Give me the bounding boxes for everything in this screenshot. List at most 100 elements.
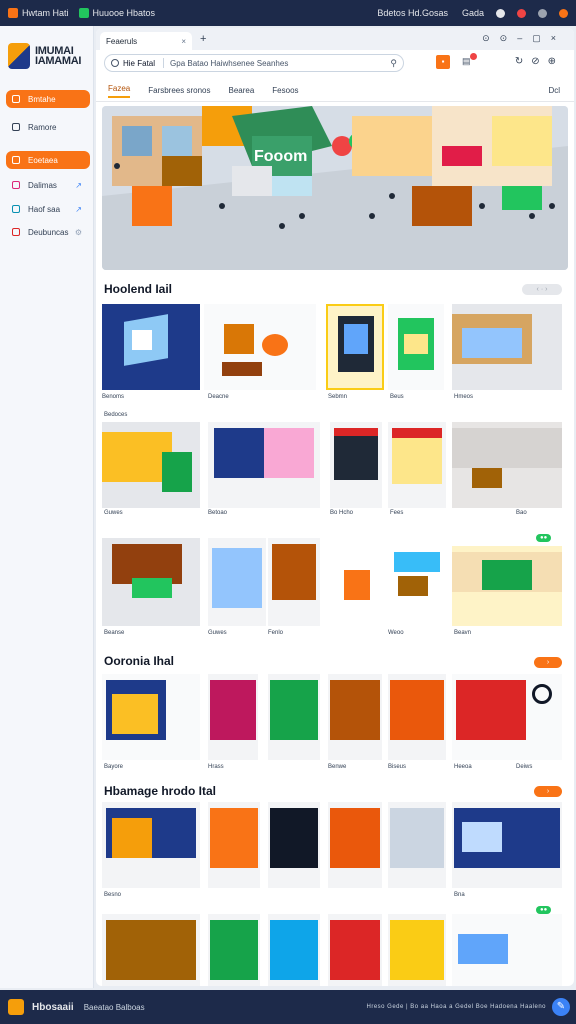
store-tile[interactable] <box>452 802 562 888</box>
store-tile[interactable] <box>268 914 320 986</box>
sidebar-item-label: Eoetaea <box>28 155 58 165</box>
store-tile[interactable] <box>102 674 200 760</box>
tile-caption: Beavn <box>454 630 472 636</box>
notification-icon[interactable] <box>517 8 526 18</box>
tile-caption: Biseus <box>388 764 407 770</box>
app-icon <box>8 8 18 18</box>
store-tile[interactable] <box>452 546 562 626</box>
tile-caption: Sebmn <box>328 394 348 400</box>
extension-icon[interactable]: ▪ <box>436 55 450 69</box>
power-icon[interactable] <box>559 8 568 18</box>
store-tile[interactable] <box>330 560 382 620</box>
store-tile[interactable] <box>388 546 446 626</box>
os-status-text[interactable]: Bdetos Hd.Gosas <box>377 8 448 18</box>
store-tile[interactable] <box>388 914 446 986</box>
new-badge: ●● <box>536 906 552 914</box>
store-tile[interactable] <box>204 304 316 390</box>
store-tile[interactable] <box>268 674 320 760</box>
sidebar-item-label: Haof saa <box>28 204 61 214</box>
settings-small-icon[interactable]: ⚙ <box>75 228 82 237</box>
footer-logo-icon <box>8 999 24 1015</box>
store-tile[interactable] <box>452 304 562 390</box>
pin-icon[interactable]: ↗ <box>75 205 82 214</box>
subnav-item-0[interactable]: Fazea <box>108 84 131 98</box>
user-icon[interactable] <box>538 8 547 18</box>
store-tile[interactable] <box>208 802 260 888</box>
section-2-more-button[interactable]: › <box>534 657 562 668</box>
store-tile[interactable] <box>388 674 446 760</box>
subnav-item-1[interactable]: Farsbrees sronos <box>148 86 210 95</box>
sidebar-item-browse[interactable]: Ramore <box>6 118 90 136</box>
new-tab-button[interactable]: + <box>200 33 206 45</box>
window-controls[interactable]: ⊙⊙–▢× <box>482 33 566 44</box>
sidebar-item-documents[interactable]: Deubuncas ⚙ <box>6 223 90 241</box>
subnav-item-3[interactable]: Fesoos <box>272 86 298 95</box>
store-tile[interactable] <box>102 802 200 888</box>
sidebar-item-details[interactable]: Dalimas ↗ <box>6 176 90 194</box>
sidebar-item-offsale[interactable]: Haof saa ↗ <box>6 200 90 218</box>
sidebar-item-label: Deubuncas <box>28 227 69 237</box>
store-tile[interactable] <box>452 422 562 508</box>
sidebar-item-label: Bmtahe <box>28 94 56 104</box>
tile-caption: Deiws <box>516 764 533 770</box>
store-tile[interactable] <box>452 914 562 986</box>
sidebar-item-home[interactable]: Bmtahe <box>6 90 90 108</box>
footer-links[interactable]: Hreso Gede | Bo aa Haoa a Gedel Boe Hado… <box>367 1004 547 1010</box>
store-tile[interactable] <box>208 538 266 626</box>
logo-mark-icon <box>8 43 30 69</box>
hero-banner-image[interactable]: Fooom <box>102 106 568 270</box>
new-badge: ●● <box>536 534 552 542</box>
tile-caption: Bayore <box>104 764 124 770</box>
close-tab-icon[interactable]: × <box>181 37 186 46</box>
cart-icon[interactable]: ▤ <box>462 53 477 67</box>
tile-caption: Bo Hcho <box>330 510 354 516</box>
settings-icon[interactable] <box>496 8 505 18</box>
tile-caption: Guwes <box>104 510 123 516</box>
store-tile[interactable] <box>388 802 446 888</box>
store-tile[interactable] <box>102 914 200 986</box>
search-input[interactable]: Gpa Batao Haiwhsenee Seanhes <box>170 59 390 68</box>
tile-caption: Hmeos <box>454 394 474 400</box>
store-tile[interactable] <box>268 538 320 626</box>
section-3-more-button[interactable]: › <box>534 786 562 797</box>
address-bar[interactable]: Hie Fatal Gpa Batao Haiwhsenee Seanhes ⚲ <box>104 54 404 72</box>
footer-brand[interactable]: Hbosaaii <box>32 1002 74 1013</box>
store-tile[interactable] <box>208 674 258 760</box>
store-tile[interactable] <box>388 422 446 508</box>
tile-caption: Weoo <box>388 630 404 636</box>
os-status-text-2[interactable]: Gada <box>462 8 484 18</box>
tile-caption: Guwes <box>208 630 227 636</box>
sidebar-item-events[interactable]: Eoetaea <box>6 151 90 169</box>
store-tile[interactable] <box>452 674 562 760</box>
toolbar-actions[interactable]: ↻⊘⊕ <box>515 56 564 67</box>
store-tile[interactable] <box>102 304 200 390</box>
store-tile[interactable] <box>208 914 260 986</box>
logo[interactable]: IMUMAI IAMAMAI <box>8 40 88 72</box>
pin-icon[interactable]: ↗ <box>75 181 82 190</box>
store-tile[interactable] <box>102 538 200 626</box>
store-tile[interactable] <box>326 304 384 390</box>
section-1-arrows[interactable]: ‹ · › <box>522 284 562 295</box>
store-tile[interactable] <box>330 422 382 508</box>
tile-caption: Bedoces <box>104 412 128 418</box>
sidebar-item-label: Ramore <box>28 122 57 132</box>
subnav-item-2[interactable]: Bearea <box>228 86 254 95</box>
subnav-right-label[interactable]: Dcl <box>548 86 560 95</box>
store-tile[interactable] <box>102 422 200 508</box>
browser-window: Feaeruls × + ⊙⊙–▢× Hie Fatal Gpa Batao H… <box>96 28 574 986</box>
tile-caption: Fenlo <box>268 630 284 636</box>
tile-caption: Benoms <box>102 394 125 400</box>
logo-line-2: IAMAMAI <box>35 55 82 67</box>
store-tile[interactable] <box>268 802 320 888</box>
store-tile[interactable] <box>388 304 444 390</box>
store-tile[interactable] <box>328 802 382 888</box>
browser-tab[interactable]: Feaeruls × <box>100 32 192 50</box>
store-tile[interactable] <box>208 422 320 508</box>
os-app-title-secondary[interactable]: Huuooe Hbatos <box>93 8 156 18</box>
chat-help-icon[interactable]: ✎ <box>552 998 570 1016</box>
tile-caption: Deacne <box>208 394 229 400</box>
search-icon[interactable]: ⚲ <box>390 58 397 69</box>
os-app-title[interactable]: Hwtam Hati <box>22 8 69 18</box>
store-tile[interactable] <box>328 914 382 986</box>
store-tile[interactable] <box>328 674 382 760</box>
